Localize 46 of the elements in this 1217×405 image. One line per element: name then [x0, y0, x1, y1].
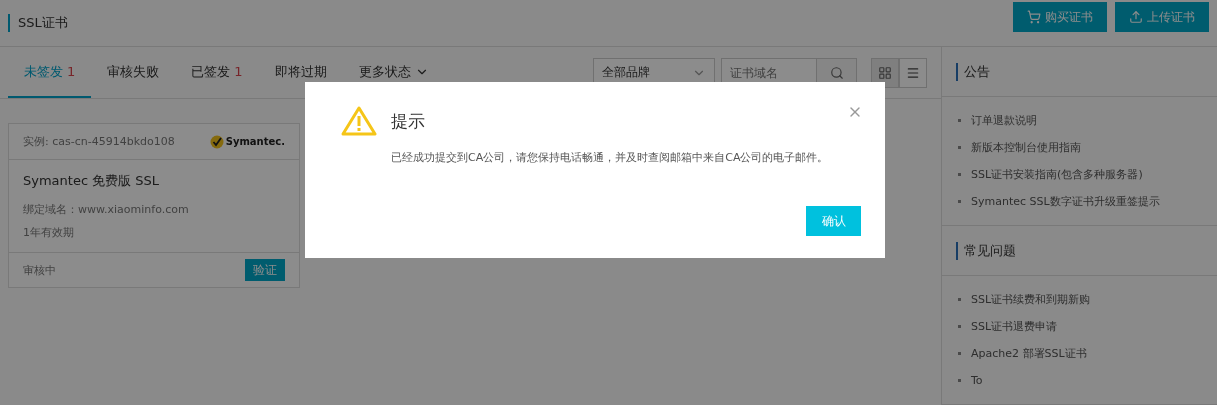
page-title: SSL证书 — [8, 14, 68, 32]
bullet-icon — [958, 146, 961, 149]
check-seal-icon — [209, 134, 224, 149]
help-link[interactable]: SSL证书续费和到期新购 — [971, 292, 1091, 307]
cart-icon — [1027, 10, 1041, 24]
bullet-icon — [958, 298, 961, 301]
tab[interactable]: 未签发 1 — [8, 47, 92, 98]
verify-button[interactable]: 验证 — [245, 259, 285, 281]
certificate-title: Symantec 免费版 SSL — [23, 172, 161, 190]
confirm-button[interactable]: 确认 — [806, 206, 861, 236]
tab[interactable]: 更多状态 — [342, 47, 445, 98]
view-toggle[interactable] — [899, 57, 927, 88]
upload-icon — [1129, 10, 1143, 24]
instance-id: 实例: cas-cn-45914bkdo108 — [23, 134, 175, 149]
tab-count: 1 — [67, 64, 76, 79]
dialog-title: 提示 — [391, 109, 425, 133]
help-link[interactable]: 订单退款说明 — [971, 113, 1037, 128]
status-text: 审核中 — [23, 262, 56, 278]
tab-count: 1 — [234, 64, 243, 79]
bullet-icon — [958, 379, 961, 382]
help-link[interactable]: To — [971, 374, 983, 387]
brand-logo: Symantec. — [225, 136, 285, 147]
help-link[interactable]: 新版本控制台使用指南 — [971, 140, 1081, 155]
dialog-message: 已经成功提交到CA公司，请您保持电话畅通，并及时查阅邮箱中来自CA公司的电子邮件。 — [391, 150, 830, 165]
help-link[interactable]: SSL证书安装指南(包含多种服务器) — [971, 167, 1143, 182]
bullet-icon — [958, 325, 961, 328]
list-icon — [906, 65, 920, 80]
view-toggle[interactable] — [871, 57, 899, 88]
grid-icon — [878, 65, 892, 80]
warning-icon — [341, 106, 377, 136]
section-title: 常见问题 — [956, 241, 1016, 260]
bound-domain: 绑定域名：www.xiaominfo.com — [23, 202, 190, 217]
help-link[interactable]: SSL证书退费申请 — [971, 319, 1058, 334]
help-link[interactable]: Symantec SSL数字证书升级重签提示 — [971, 194, 1160, 209]
tab[interactable]: 已签发 1 — [175, 47, 259, 98]
section-title: 公告 — [956, 62, 990, 81]
tab[interactable]: 即将过期 — [258, 47, 343, 98]
validity: 1年有效期 — [23, 225, 75, 240]
bullet-icon — [958, 173, 961, 176]
bullet-icon — [958, 119, 961, 122]
bullet-icon — [958, 200, 961, 203]
bullet-icon — [958, 352, 961, 355]
buy-button[interactable]: 购买证书 — [1013, 2, 1107, 32]
upload-button[interactable]: 上传证书 — [1115, 2, 1209, 32]
help-link[interactable]: Apache2 部署SSL证书 — [971, 346, 1087, 361]
tab[interactable]: 审核失败 — [91, 47, 176, 98]
